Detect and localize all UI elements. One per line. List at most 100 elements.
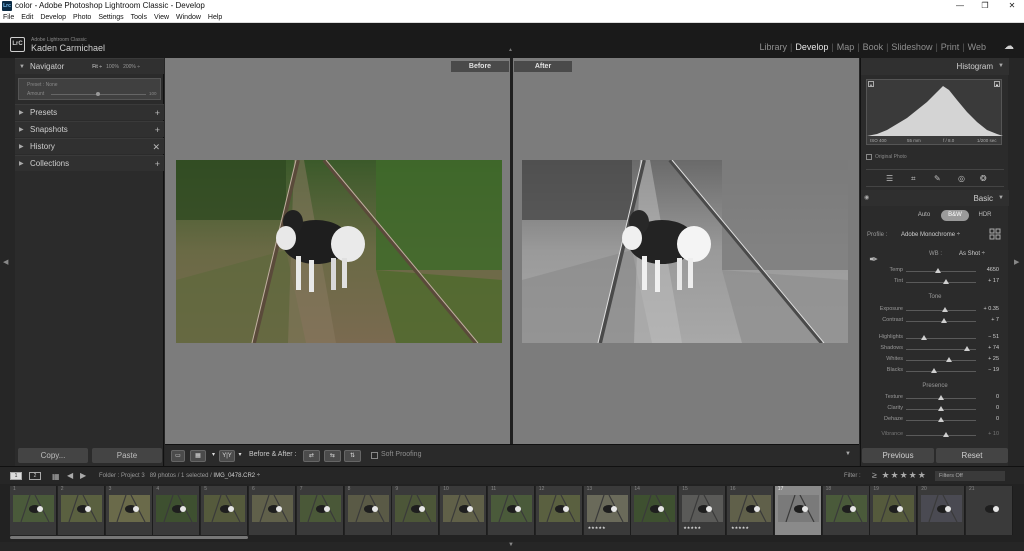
slider-knob[interactable]: [941, 307, 948, 312]
slider-highlights[interactable]: Highlights − 51: [861, 333, 1009, 343]
close-button[interactable]: ✕: [1002, 0, 1022, 12]
slider-texture[interactable]: Texture 0: [861, 393, 1009, 403]
slider-track[interactable]: [906, 435, 976, 436]
slider-clarity[interactable]: Clarity 0: [861, 404, 1009, 414]
slider-knob[interactable]: [942, 432, 949, 437]
filmstrip-thumbnail[interactable]: 9: [392, 486, 440, 535]
filmstrip-thumbnail[interactable]: 1: [10, 486, 57, 535]
paste-button[interactable]: Paste: [92, 448, 162, 463]
copy-button[interactable]: Copy...: [18, 448, 88, 463]
add-collection-icon[interactable]: +: [155, 156, 160, 172]
collections-header[interactable]: ▶ Collections +: [15, 155, 164, 171]
collapse-bottom-icon[interactable]: ▼: [508, 542, 514, 548]
basic-header[interactable]: ◉ Basic ▼: [861, 190, 1009, 206]
slider-value[interactable]: + 0.35: [984, 306, 999, 312]
previous-button[interactable]: Previous: [862, 448, 934, 463]
module-print[interactable]: Print: [941, 42, 960, 52]
slider-value[interactable]: 0: [996, 416, 999, 422]
slider-track[interactable]: [906, 371, 976, 372]
view-dropdown-icon[interactable]: ▾: [209, 450, 218, 462]
menu-edit[interactable]: Edit: [21, 12, 33, 23]
module-develop[interactable]: Develop: [795, 42, 828, 52]
slider-temp[interactable]: Temp 4650: [861, 266, 1009, 276]
back-arrow-icon[interactable]: ◀: [67, 471, 73, 480]
loupe-view-button[interactable]: ▭: [171, 450, 185, 462]
filmstrip-thumbnail[interactable]: 21: [966, 486, 1013, 535]
filmstrip-thumbnail[interactable]: 15 ★★★★★: [679, 486, 727, 535]
slider-blacks[interactable]: Blacks − 19: [861, 366, 1009, 376]
source-breadcrumb[interactable]: Folder : Project 3 89 photos / 1 selecte…: [99, 473, 260, 479]
cloud-icon[interactable]: ☁: [1004, 41, 1014, 52]
slider-value[interactable]: + 7: [991, 317, 999, 323]
copy-after-to-before-button[interactable]: ⇆: [324, 450, 341, 462]
filmstrip-thumbnail[interactable]: 5: [201, 486, 249, 535]
slider-shadows[interactable]: Shadows + 74: [861, 344, 1009, 354]
collapse-top-icon[interactable]: ▲: [508, 47, 513, 53]
before-photo[interactable]: [176, 160, 502, 343]
slider-track[interactable]: [906, 271, 976, 272]
menu-window[interactable]: Window: [176, 12, 201, 23]
slider-value[interactable]: + 17: [988, 278, 999, 284]
slider-track[interactable]: [906, 282, 976, 283]
menu-help[interactable]: Help: [208, 12, 222, 23]
before-after-yy-button[interactable]: Y|Y: [219, 450, 235, 462]
snapshots-header[interactable]: ▶ Snapshots +: [15, 121, 164, 137]
auto-button[interactable]: Auto: [913, 210, 935, 221]
amount-knob[interactable]: [96, 92, 100, 96]
masking-icon[interactable]: ❂: [980, 174, 987, 183]
crop-icon[interactable]: ⌗: [911, 174, 916, 184]
forward-arrow-icon[interactable]: ▶: [80, 471, 86, 480]
filmstrip-thumbnail[interactable]: 2: [57, 486, 105, 535]
slider-knob[interactable]: [942, 279, 949, 284]
filmstrip-thumbnail[interactable]: 3: [105, 486, 153, 535]
menu-photo[interactable]: Photo: [73, 12, 91, 23]
menu-tools[interactable]: Tools: [131, 12, 147, 23]
filmstrip-thumbnail[interactable]: 16 ★★★★★: [727, 486, 774, 535]
slider-value[interactable]: 4650: [987, 267, 999, 273]
add-snapshot-icon[interactable]: +: [155, 122, 160, 138]
slider-value[interactable]: − 51: [988, 334, 999, 340]
filmstrip-thumbnail[interactable]: 19: [870, 486, 918, 535]
slider-knob[interactable]: [938, 395, 944, 400]
slider-tint[interactable]: Tint + 17: [861, 277, 1009, 287]
slider-contrast[interactable]: Contrast + 7: [861, 316, 1009, 326]
eyedropper-icon[interactable]: ✒: [869, 253, 878, 266]
slider-dehaze[interactable]: Dehaze 0: [861, 415, 1009, 425]
histogram[interactable]: ▲ ▲ ISO 400 55 mm f / 8.0 1/200 sec: [866, 79, 1003, 145]
visibility-eye-icon[interactable]: ◉: [864, 194, 869, 201]
add-preset-icon[interactable]: +: [155, 105, 160, 121]
histogram-header[interactable]: Histogram ▼: [861, 58, 1009, 75]
right-panel-toggle-icon[interactable]: ▶: [1014, 258, 1019, 266]
presets-header[interactable]: ▶ Presets +: [15, 104, 164, 120]
slider-exposure[interactable]: Exposure + 0.35: [861, 305, 1009, 315]
swap-before-after-button[interactable]: ⇅: [344, 450, 361, 462]
menu-settings[interactable]: Settings: [98, 12, 123, 23]
filmstrip-thumbnail[interactable]: 8: [344, 486, 392, 535]
slider-knob[interactable]: [931, 368, 937, 373]
slider-knob[interactable]: [946, 357, 953, 362]
filmstrip-thumbnail[interactable]: 7: [296, 486, 344, 535]
clear-history-icon[interactable]: ✕: [152, 139, 160, 155]
healing-icon[interactable]: ✎: [934, 174, 941, 183]
menu-develop[interactable]: Develop: [40, 12, 66, 23]
slider-knob[interactable]: [938, 406, 944, 411]
filmstrip-thumbnail[interactable]: 12: [535, 486, 583, 535]
navigator-header[interactable]: ▼ Navigator Fit ÷ 100% 200% ÷: [15, 58, 164, 74]
slider-track[interactable]: [906, 360, 976, 361]
slider-knob[interactable]: [938, 417, 944, 422]
highlight-clip-icon[interactable]: ▲: [994, 81, 1000, 87]
toolbar-menu-icon[interactable]: ▼: [845, 451, 851, 457]
grid-view-button[interactable]: ▦: [190, 450, 206, 462]
reset-button[interactable]: Reset: [936, 448, 1008, 463]
primary-display-button[interactable]: 1: [10, 472, 22, 480]
copy-before-to-after-button[interactable]: ⇄: [303, 450, 320, 462]
filmstrip-thumbnail[interactable]: 14: [631, 486, 679, 535]
rating-filter[interactable]: ≥ ★★★★★: [872, 470, 927, 481]
profile-browser-icon[interactable]: [989, 228, 1001, 240]
filmstrip-scrollbar[interactable]: [10, 536, 248, 539]
soft-proofing-checkbox[interactable]: [371, 452, 378, 459]
filmstrip-thumbnail[interactable]: 6: [249, 486, 296, 535]
wb-select[interactable]: As Shot ÷: [959, 251, 985, 257]
module-slideshow[interactable]: Slideshow: [891, 42, 932, 52]
minimize-button[interactable]: —: [950, 0, 970, 12]
